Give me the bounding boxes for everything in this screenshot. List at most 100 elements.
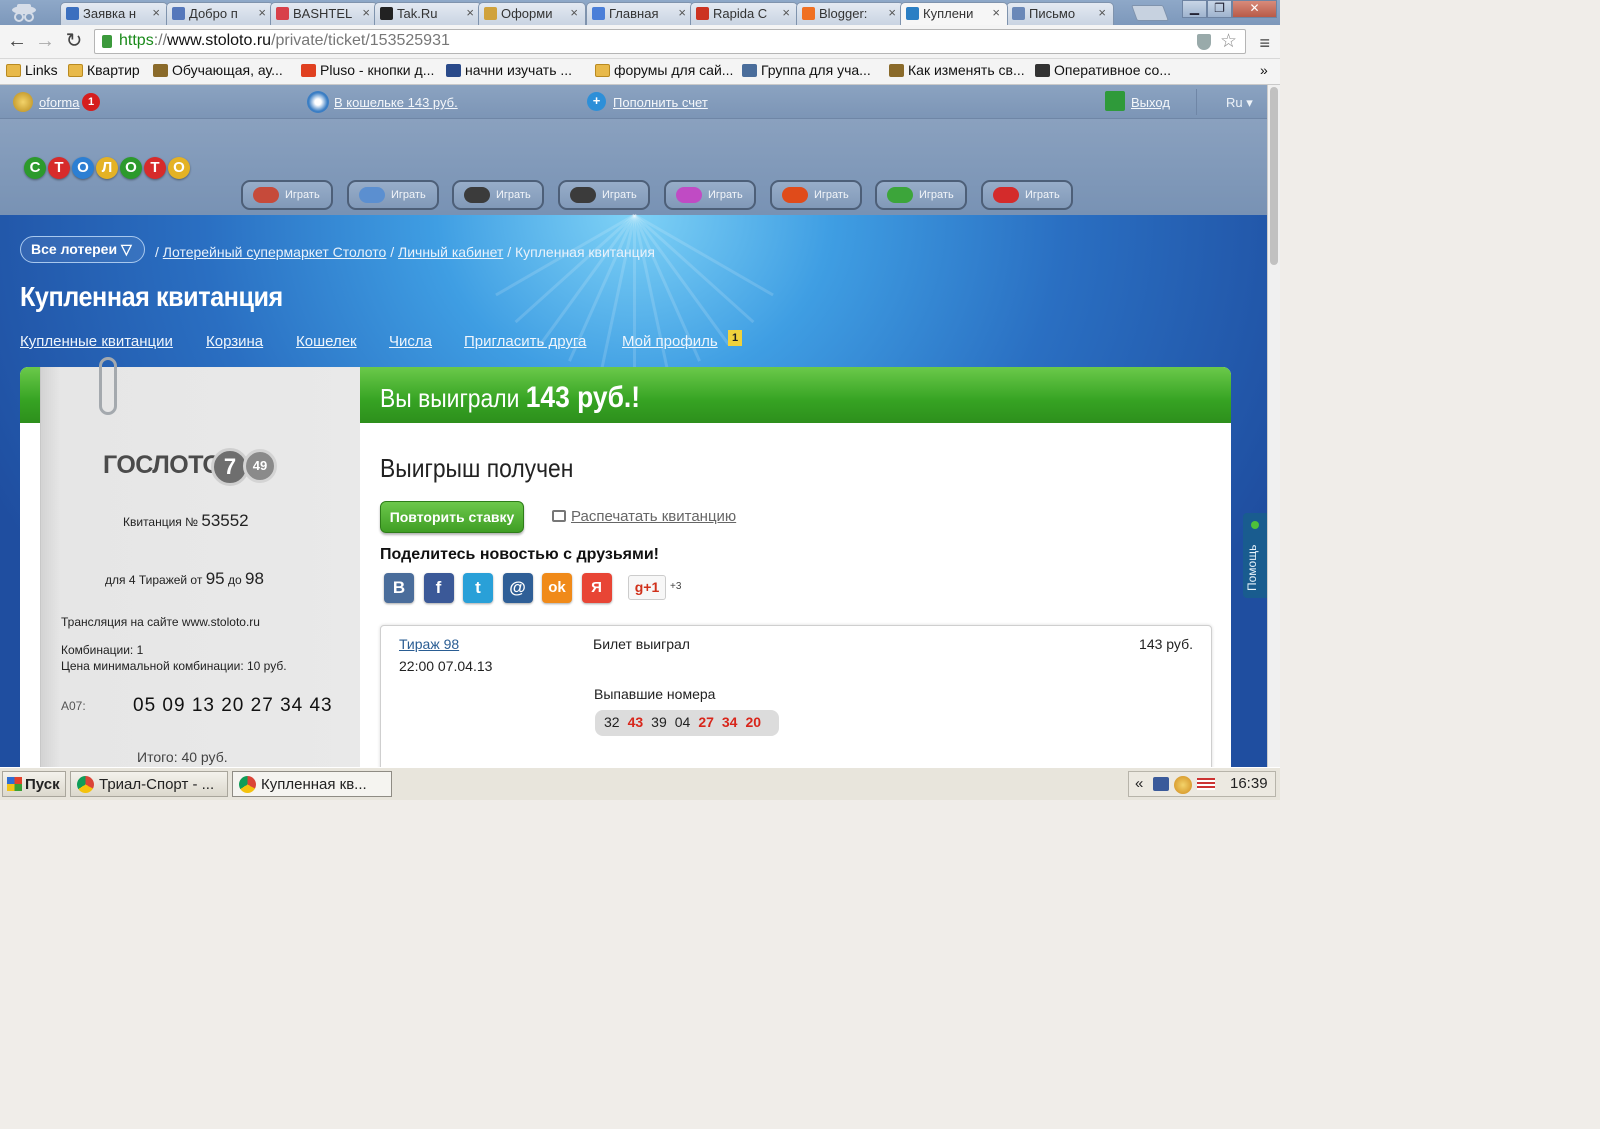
play-button-lotto[interactable]: Играть: [241, 180, 333, 210]
play-button-top3[interactable]: Играть: [981, 180, 1073, 210]
page-scrollbar[interactable]: [1267, 85, 1280, 767]
bookmarks-overflow-button[interactable]: »: [1260, 62, 1268, 78]
logo-ball: Т: [144, 157, 166, 179]
drawn-numbers: 32 43 39 04 27 34 20: [595, 710, 779, 736]
network-icon[interactable]: [1153, 777, 1169, 791]
twitter-icon[interactable]: t: [463, 573, 493, 603]
minimize-button[interactable]: ▁: [1182, 0, 1207, 18]
bookmark-item[interactable]: Оперативное со...: [1035, 62, 1171, 78]
browser-tab[interactable]: Главная ×: [586, 2, 694, 25]
tab-close-icon[interactable]: ×: [362, 5, 370, 20]
new-tab-button[interactable]: [1131, 5, 1169, 21]
tab-close-icon[interactable]: ×: [466, 5, 474, 20]
taskbar-item-trial-sport[interactable]: Триал-Спорт - ...: [70, 771, 228, 797]
tab-title: Tak.Ru: [397, 6, 438, 21]
browser-tab[interactable]: Blogger: ×: [796, 2, 904, 25]
window-close-button[interactable]: ✕: [1232, 0, 1277, 18]
tab-title: Добро п: [189, 6, 238, 21]
bookmark-item[interactable]: Links: [6, 62, 58, 78]
breadcrumb-separator: /: [155, 244, 159, 260]
tab-close-icon[interactable]: ×: [1098, 5, 1106, 20]
bookmark-item[interactable]: форумы для сай...: [595, 62, 733, 78]
maximize-button[interactable]: ❐: [1207, 0, 1232, 18]
subnav-invite-friend[interactable]: Пригласить друга: [464, 333, 586, 350]
tab-close-icon[interactable]: ×: [782, 5, 790, 20]
bookmark-label: Links: [25, 62, 58, 78]
win-message: Вы выиграли 143 руб.!: [380, 381, 640, 415]
tab-close-icon[interactable]: ×: [678, 5, 686, 20]
language-flag-icon[interactable]: [1197, 778, 1215, 790]
tab-close-icon[interactable]: ×: [258, 5, 266, 20]
browser-tab[interactable]: Tak.Ru ×: [374, 2, 482, 25]
address-bar[interactable]: https://www.stoloto.ru/private/ticket/15…: [94, 29, 1246, 54]
gosloto-ball-49: 49: [243, 449, 277, 483]
tab-close-icon[interactable]: ×: [570, 5, 578, 20]
play-button-6-45[interactable]: Играть: [558, 180, 650, 210]
stoloto-logo[interactable]: СТОЛОТО: [24, 147, 204, 195]
wallet-link[interactable]: В кошельке 143 руб.: [334, 95, 458, 110]
browser-tab[interactable]: Добро п ×: [166, 2, 274, 25]
logo-ball: С: [24, 157, 46, 179]
odnoklassniki-icon[interactable]: ok: [542, 573, 572, 603]
chrome-menu-icon[interactable]: ≡: [1259, 33, 1270, 54]
bookmark-item[interactable]: начни изучать ...: [446, 62, 572, 78]
tray-expand-button[interactable]: «: [1135, 775, 1143, 792]
scrollbar-thumb[interactable]: [1270, 87, 1278, 265]
browser-tab[interactable]: Письмо ×: [1006, 2, 1114, 25]
play-button-sportloto[interactable]: Играть: [347, 180, 439, 210]
subnav-numbers[interactable]: Числа: [389, 333, 432, 350]
subnav-wallet[interactable]: Кошелек: [296, 333, 357, 350]
draw-link[interactable]: Тираж 98: [399, 636, 459, 652]
bookmark-star-icon[interactable]: ☆: [1220, 30, 1237, 53]
bookmark-label: форумы для сай...: [614, 62, 734, 78]
print-receipt-link[interactable]: Распечатать квитанцию: [552, 508, 736, 525]
antivirus-icon[interactable]: [1174, 776, 1192, 794]
browser-tab[interactable]: Оформи ×: [478, 2, 586, 25]
tab-close-icon[interactable]: ×: [992, 5, 1000, 20]
start-button[interactable]: Пуск: [2, 771, 66, 797]
bookmark-item[interactable]: Группа для уча...: [742, 62, 871, 78]
bookmark-item[interactable]: Pluso - кнопки д...: [301, 62, 434, 78]
browser-tab[interactable]: BASHTEL ×: [270, 2, 378, 25]
taskbar-item-stoloto[interactable]: Купленная кв...: [232, 771, 392, 797]
back-icon[interactable]: ←: [5, 30, 29, 54]
tab-close-icon[interactable]: ×: [152, 5, 160, 20]
help-tab[interactable]: Помощь: [1243, 513, 1267, 598]
mailru-icon[interactable]: @: [502, 573, 533, 603]
play-button-rapido[interactable]: Играть: [664, 180, 756, 210]
subnav-cart[interactable]: Корзина: [206, 333, 263, 350]
adblock-shield-icon[interactable]: [1197, 34, 1211, 50]
google-plus-button[interactable]: g+1: [628, 575, 666, 600]
hero-light-ray: [514, 213, 636, 324]
play-button-6-49[interactable]: Играть: [770, 180, 862, 210]
breadcrumb-cabinet[interactable]: Личный кабинет: [398, 244, 503, 260]
browser-tab[interactable]: Куплени ×: [900, 2, 1008, 25]
repeat-bet-button[interactable]: Повторить ставку: [380, 501, 524, 533]
tab-close-icon[interactable]: ×: [888, 5, 896, 20]
vk-icon[interactable]: В: [384, 573, 414, 603]
username-link[interactable]: oforma: [39, 95, 79, 110]
bookmark-item[interactable]: Квартир: [68, 62, 140, 78]
subnav-my-profile[interactable]: Мой профиль: [622, 333, 718, 350]
logout-link[interactable]: Выход: [1131, 95, 1170, 110]
notification-badge[interactable]: 1: [82, 93, 100, 111]
bookmark-item[interactable]: Обучающая, ау...: [153, 62, 283, 78]
browser-tab[interactable]: Заявка н ×: [60, 2, 168, 25]
breadcrumb-home[interactable]: Лотерейный супермаркет Столото: [163, 244, 387, 260]
play-label: Играть: [919, 189, 954, 201]
reload-icon[interactable]: ↻: [62, 30, 86, 54]
play-button-keno[interactable]: Играть: [875, 180, 967, 210]
all-lotteries-button[interactable]: Все лотереи ▽: [20, 236, 145, 263]
bookmark-item[interactable]: Как изменять св...: [889, 62, 1025, 78]
drawn-number: 04: [674, 714, 691, 730]
yandex-icon[interactable]: Я: [581, 573, 612, 603]
forward-icon[interactable]: →: [33, 30, 57, 54]
play-button-5-36[interactable]: Играть: [452, 180, 544, 210]
b-icon: [446, 64, 461, 77]
browser-tab[interactable]: Rapida C ×: [690, 2, 798, 25]
language-select[interactable]: Ru ▾: [1226, 95, 1253, 111]
topup-link[interactable]: Пополнить счет: [613, 95, 708, 110]
subnav-purchased-tickets[interactable]: Купленные квитанции: [20, 333, 173, 350]
drawn-numbers-label: Выпавшие номера: [594, 686, 716, 702]
facebook-icon[interactable]: f: [423, 573, 454, 603]
